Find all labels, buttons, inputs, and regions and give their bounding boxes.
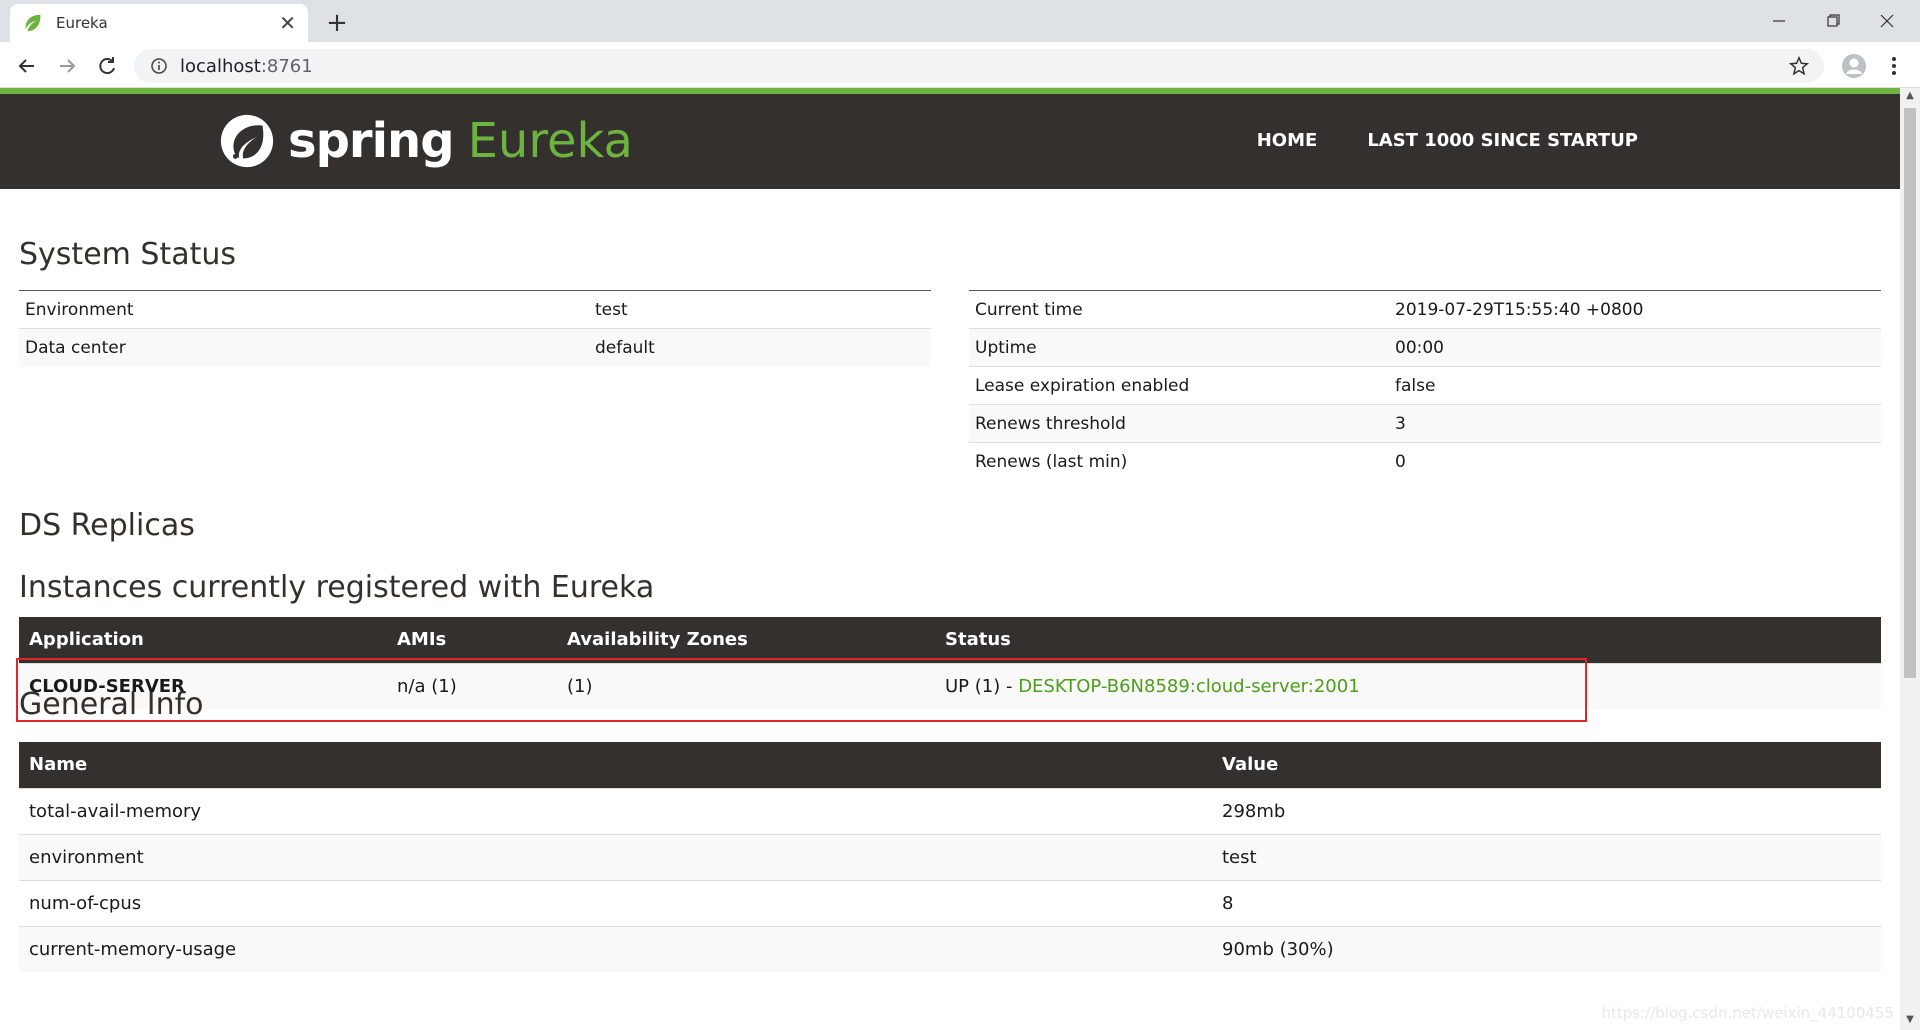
status-value: false bbox=[1389, 366, 1881, 405]
browser-tab[interactable]: Eureka ✕ bbox=[10, 4, 308, 42]
profile-avatar-icon[interactable] bbox=[1840, 52, 1868, 80]
brand-logo[interactable]: spring Eureka bbox=[218, 106, 633, 176]
bookmark-star-icon[interactable] bbox=[1788, 55, 1810, 77]
info-name: environment bbox=[19, 833, 1212, 880]
close-tab-icon[interactable]: ✕ bbox=[279, 13, 296, 33]
col-application: Application bbox=[19, 617, 387, 663]
forward-arrow-icon[interactable] bbox=[52, 51, 82, 81]
system-status-right-table: Current time 2019-07-29T15:55:40 +0800 Upt… bbox=[969, 290, 1881, 481]
page-scrollbar[interactable]: ▲ ▼ bbox=[1900, 88, 1920, 1030]
table-row: Data center default bbox=[19, 328, 931, 367]
status-key: Current time bbox=[969, 290, 1389, 329]
col-status: Status bbox=[935, 617, 1881, 663]
table-row: Current time 2019-07-29T15:55:40 +0800 bbox=[969, 290, 1881, 329]
scroll-down-icon[interactable]: ▼ bbox=[1904, 1014, 1916, 1026]
status-key: Environment bbox=[19, 290, 589, 329]
nav-home-link[interactable]: HOME bbox=[1257, 130, 1318, 151]
restore-icon[interactable] bbox=[1810, 6, 1856, 36]
col-name: Name bbox=[19, 742, 1212, 788]
back-arrow-icon[interactable] bbox=[12, 51, 42, 81]
table-row: Renews threshold 3 bbox=[969, 404, 1881, 443]
watermark-text: https://blog.csdn.net/weixin_44100455 bbox=[1601, 1004, 1894, 1022]
tab-title: Eureka bbox=[56, 14, 108, 32]
table-row: Lease expiration enabled false bbox=[969, 366, 1881, 405]
status-value: 00:00 bbox=[1389, 328, 1881, 367]
status-value: 0 bbox=[1389, 442, 1881, 481]
window-close-icon[interactable] bbox=[1864, 6, 1910, 36]
scroll-up-icon[interactable]: ▲ bbox=[1904, 90, 1916, 102]
table-row: num-of-cpus 8 bbox=[19, 879, 1881, 926]
status-value: test bbox=[589, 290, 931, 329]
new-tab-icon[interactable]: + bbox=[322, 8, 352, 38]
address-bar[interactable]: localhost:8761 bbox=[134, 49, 1824, 83]
highlight-annotation-box bbox=[16, 658, 1587, 722]
brand-spring-text: spring bbox=[288, 113, 455, 169]
top-navbar: spring Eureka HOME LAST 1000 SINCE START… bbox=[0, 94, 1900, 189]
info-name: current-memory-usage bbox=[19, 925, 1212, 972]
url-host: localhost bbox=[180, 55, 261, 77]
table-row: current-memory-usage 90mb (30%) bbox=[19, 925, 1881, 972]
scroll-thumb[interactable] bbox=[1904, 108, 1916, 678]
browser-toolbar: localhost:8761 bbox=[0, 42, 1920, 88]
minimize-icon[interactable] bbox=[1756, 6, 1802, 36]
status-value: 3 bbox=[1389, 404, 1881, 443]
tab-strip: Eureka ✕ + bbox=[0, 0, 1920, 42]
nav-links: HOME LAST 1000 SINCE STARTUP bbox=[1257, 130, 1638, 151]
info-value: 90mb (30%) bbox=[1212, 925, 1881, 972]
table-row: Renews (last min) 0 bbox=[969, 442, 1881, 481]
info-value: 8 bbox=[1212, 879, 1881, 926]
system-status-title: System Status bbox=[19, 237, 237, 272]
spring-logo-icon bbox=[220, 114, 274, 168]
info-value: 298mb bbox=[1212, 787, 1881, 834]
general-info-table: Name Value total-avail-memory 298mb enviro… bbox=[19, 742, 1881, 972]
status-value: 2019-07-29T15:55:40 +0800 bbox=[1389, 290, 1881, 329]
col-zones: Availability Zones bbox=[557, 617, 935, 663]
info-value: test bbox=[1212, 833, 1881, 880]
nav-last1000-link[interactable]: LAST 1000 SINCE STARTUP bbox=[1367, 130, 1638, 151]
ds-replicas-title: DS Replicas bbox=[19, 508, 195, 543]
status-key: Uptime bbox=[969, 328, 1389, 367]
site-info-icon[interactable] bbox=[150, 57, 168, 75]
general-info-title: General Info bbox=[19, 687, 204, 722]
col-value: Value bbox=[1212, 742, 1881, 788]
table-row: Uptime 00:00 bbox=[969, 328, 1881, 367]
page-viewport: spring Eureka HOME LAST 1000 SINCE START… bbox=[0, 88, 1920, 1030]
instances-title: Instances currently registered with Eure… bbox=[19, 570, 655, 605]
status-key: Renews (last min) bbox=[969, 442, 1389, 481]
col-amis: AMIs bbox=[387, 617, 557, 663]
reload-icon[interactable] bbox=[92, 51, 122, 81]
spring-leaf-icon bbox=[25, 14, 41, 32]
status-value: default bbox=[589, 328, 931, 367]
info-name: total-avail-memory bbox=[19, 787, 1212, 834]
table-row: total-avail-memory 298mb bbox=[19, 787, 1881, 834]
table-row: environment test bbox=[19, 833, 1881, 880]
table-row: Environment test bbox=[19, 290, 931, 329]
status-key: Renews threshold bbox=[969, 404, 1389, 443]
info-name: num-of-cpus bbox=[19, 879, 1212, 926]
system-status-left-table: Environment test Data center default bbox=[19, 290, 931, 367]
kebab-menu-icon[interactable] bbox=[1880, 52, 1908, 80]
status-key: Data center bbox=[19, 328, 589, 367]
brand-eureka-text: Eureka bbox=[467, 113, 633, 169]
url-port: :8761 bbox=[260, 55, 313, 77]
status-key: Lease expiration enabled bbox=[969, 366, 1389, 405]
